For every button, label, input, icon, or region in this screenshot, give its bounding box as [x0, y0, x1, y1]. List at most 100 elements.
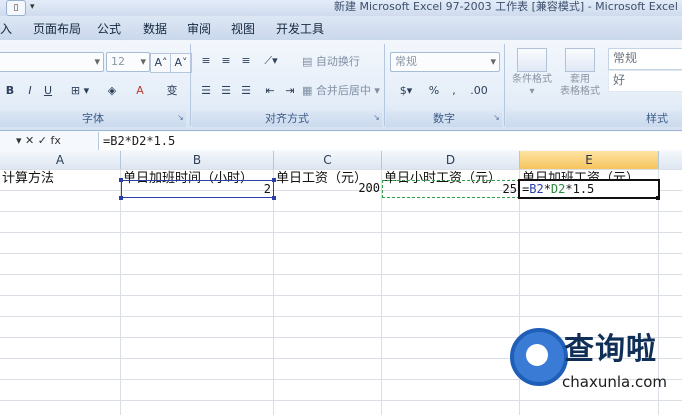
- watermark: 查询啦 chaxunla.com: [508, 328, 680, 400]
- number-format-select[interactable]: 常规 ▾: [390, 52, 500, 72]
- format-as-table-button[interactable]: 套用 表格格式: [556, 48, 604, 98]
- number-format-value: 常规: [395, 55, 417, 68]
- alignment-group-label: 对齐方式: [192, 111, 382, 127]
- formula-op: *: [543, 182, 551, 196]
- underline-button[interactable]: U: [38, 82, 58, 100]
- orientation-icon[interactable]: ⟋▾: [258, 52, 284, 70]
- tab-developer[interactable]: 开发工具: [276, 20, 324, 38]
- align-center-icon[interactable]: ☰: [216, 82, 236, 100]
- cell-d2[interactable]: 25: [382, 180, 520, 198]
- merge-center-button[interactable]: ▦ 合并后居中 ▾: [302, 83, 380, 99]
- conditional-format-icon: [517, 48, 547, 72]
- tab-review[interactable]: 审阅: [187, 20, 211, 38]
- font-size-dropdown-icon: ▾: [140, 55, 146, 68]
- column-headers: A B C D E: [0, 151, 682, 170]
- fill-handle[interactable]: [656, 196, 660, 200]
- alignment-dialog-launcher-icon[interactable]: ↘: [372, 113, 381, 122]
- fill-color-icon: ◈: [107, 84, 117, 97]
- cell-c2[interactable]: 200: [274, 180, 382, 198]
- border-icon: ⊞ ▾: [70, 84, 90, 97]
- formula-bar-controls[interactable]: ▾ ✕ ✓ fx: [16, 133, 61, 149]
- wrap-text-button[interactable]: ▤ 自动换行: [302, 54, 360, 70]
- italic-button[interactable]: I: [20, 82, 40, 100]
- increase-decimal-button[interactable]: .00: [464, 82, 494, 100]
- ribbon: ▾ 12 ▾ A˄ A˅ B I U ⊞ ▾ ◈ A 变 字体 ↘ ≡ ≡ ≡ …: [0, 40, 682, 131]
- comma-button[interactable]: ,: [444, 82, 464, 100]
- watermark-logo-icon: [510, 328, 568, 386]
- font-color-button[interactable]: A: [128, 82, 152, 100]
- formula-bar: ▾ ✕ ✓ fx =B2*D2*1.5: [0, 131, 682, 152]
- cell-b2[interactable]: 2: [121, 180, 274, 198]
- align-middle-icon[interactable]: ≡: [216, 52, 236, 70]
- column-header-e[interactable]: E: [520, 151, 659, 169]
- align-left-icon[interactable]: ☰: [196, 82, 216, 100]
- window-title: 新建 Microsoft Excel 97-2003 工作表 [兼容模式] - …: [334, 0, 678, 13]
- grow-font-button[interactable]: A˄: [150, 53, 172, 73]
- merge-center-label: 合并后居中: [315, 84, 371, 97]
- conditional-format-dropdown-icon: ▾: [529, 86, 535, 97]
- phonetic-button[interactable]: 变: [158, 82, 186, 100]
- column-header-c[interactable]: C: [274, 151, 382, 169]
- cell-e2-editing[interactable]: =B2*D2*1.5: [518, 179, 660, 199]
- font-name-select[interactable]: ▾: [0, 52, 104, 72]
- format-as-table-label-2: 表格格式: [560, 86, 600, 97]
- formula-ref-d2: D2: [550, 182, 566, 196]
- column-header-b[interactable]: B: [121, 151, 274, 169]
- font-name-dropdown-icon: ▾: [94, 55, 100, 68]
- watermark-url: chaxunla.com: [562, 373, 667, 391]
- font-size-select[interactable]: 12 ▾: [106, 52, 150, 72]
- formula-suffix: *1.5: [565, 182, 595, 196]
- number-format-dropdown-icon: ▾: [490, 55, 496, 68]
- column-header-a[interactable]: A: [0, 151, 121, 169]
- formula-input[interactable]: =B2*D2*1.5: [98, 132, 682, 150]
- font-group-label: 字体: [0, 111, 186, 127]
- conditional-format-label: 条件格式: [512, 74, 552, 85]
- bold-button[interactable]: B: [0, 82, 20, 100]
- tab-insert[interactable]: 入: [0, 20, 12, 38]
- format-as-table-label-1: 套用: [570, 74, 590, 85]
- merge-dropdown-icon: ▾: [374, 84, 380, 97]
- wrap-text-label: 自动换行: [315, 55, 360, 68]
- range-handle[interactable]: [119, 196, 123, 200]
- align-top-icon[interactable]: ≡: [196, 52, 216, 70]
- column-header-d[interactable]: D: [382, 151, 520, 169]
- tab-view[interactable]: 视图: [231, 20, 255, 38]
- fill-color-button[interactable]: ◈: [100, 82, 124, 100]
- tab-data[interactable]: 数据: [143, 20, 167, 38]
- decrease-indent-icon[interactable]: ⇤: [260, 82, 280, 100]
- grid-line: [381, 169, 382, 415]
- styles-group-label: 样式: [506, 111, 682, 127]
- format-as-table-icon: [565, 48, 595, 72]
- group-separator: [504, 44, 505, 126]
- number-dialog-launcher-icon[interactable]: ↘: [492, 113, 501, 122]
- title-bar: ▯ ▾ 新建 Microsoft Excel 97-2003 工作表 [兼容模式…: [0, 0, 682, 16]
- grid-line: [120, 169, 121, 415]
- cell-a1[interactable]: 计算方法: [0, 169, 121, 189]
- font-size-value: 12: [111, 55, 125, 68]
- conditional-format-button[interactable]: 条件格式 ▾: [508, 48, 556, 98]
- document-icon[interactable]: ▯: [6, 0, 26, 16]
- align-bottom-icon[interactable]: ≡: [236, 52, 256, 70]
- range-handle[interactable]: [119, 178, 123, 182]
- styles-group-label-text: 样式: [646, 112, 668, 125]
- currency-format-icon[interactable]: $▾: [392, 82, 420, 100]
- align-right-icon[interactable]: ☰: [236, 82, 256, 100]
- cell-style-normal[interactable]: 常规: [608, 48, 682, 70]
- qat-dropdown-icon[interactable]: ▾: [30, 0, 35, 14]
- shrink-font-button[interactable]: A˅: [170, 53, 192, 73]
- column-header-f[interactable]: [659, 151, 682, 169]
- tab-page-layout[interactable]: 页面布局: [33, 20, 81, 38]
- merge-center-icon: ▦: [302, 84, 313, 97]
- ribbon-tabs: 入 页面布局 公式 数据 审阅 视图 开发工具: [0, 16, 682, 41]
- formula-ref-b2: B2: [529, 182, 544, 196]
- font-dialog-launcher-icon[interactable]: ↘: [176, 113, 185, 122]
- percent-button[interactable]: %: [424, 82, 444, 100]
- tab-formulas[interactable]: 公式: [97, 20, 121, 38]
- group-separator: [190, 44, 191, 126]
- cell-style-good[interactable]: 好: [608, 70, 682, 92]
- wrap-text-icon: ▤: [302, 55, 313, 68]
- number-group-label: 数字: [386, 111, 502, 127]
- border-button[interactable]: ⊞ ▾: [62, 82, 98, 100]
- increase-indent-icon[interactable]: ⇥: [280, 82, 300, 100]
- grid-line: [273, 169, 274, 415]
